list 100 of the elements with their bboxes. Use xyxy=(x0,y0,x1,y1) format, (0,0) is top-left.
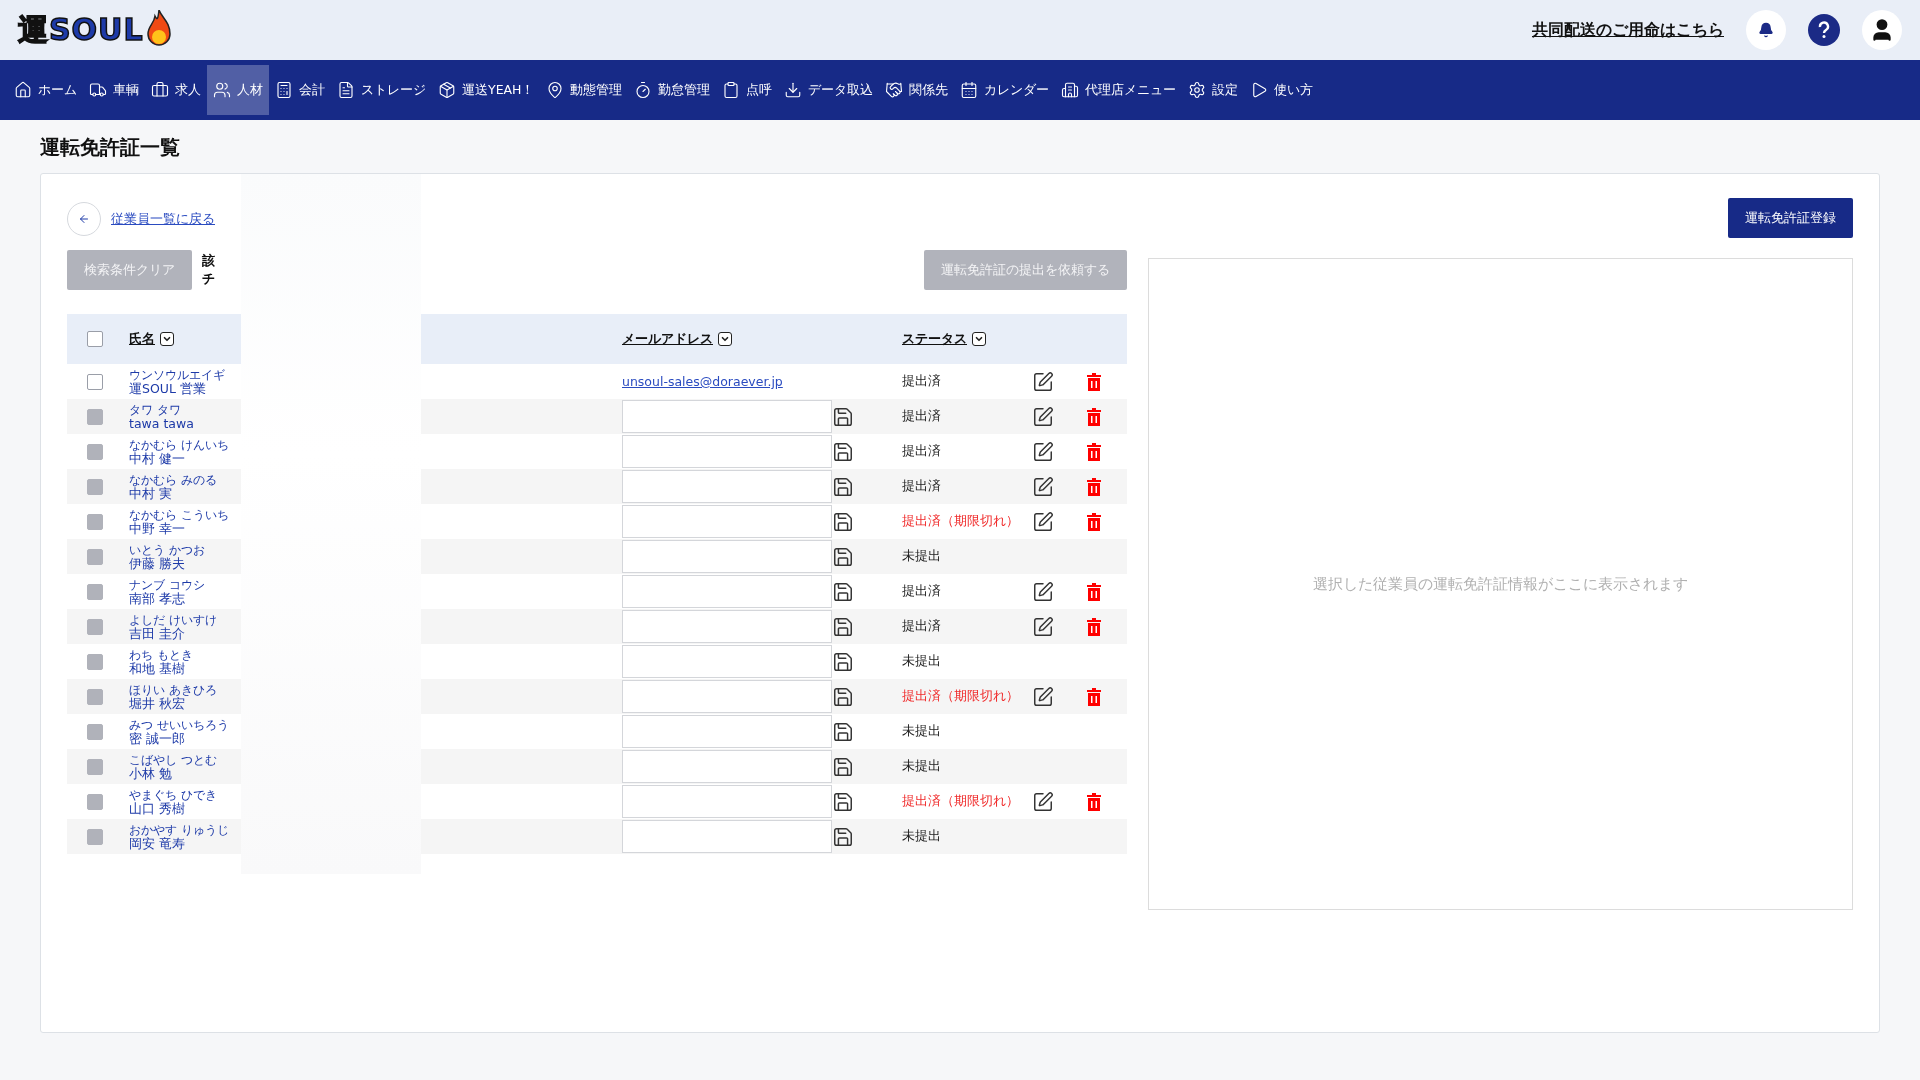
nav-tab[interactable]: 動態管理 xyxy=(540,65,629,115)
nav-tab[interactable]: 人材 xyxy=(207,65,269,115)
register-license-button[interactable]: 運転免許証登録 xyxy=(1728,198,1853,238)
trash-icon xyxy=(1087,582,1101,601)
caret-icon xyxy=(162,334,172,344)
pen-square-icon xyxy=(1032,790,1054,813)
status-text: 未提出 xyxy=(902,723,941,740)
name-kana: いとう かつお xyxy=(129,542,206,557)
save-icon xyxy=(832,650,854,673)
save-icon xyxy=(832,545,854,568)
status-text: 未提出 xyxy=(902,653,941,670)
count-text: 該 xyxy=(202,252,215,270)
save-icon xyxy=(832,510,854,533)
status-text: 提出済（期限切れ） xyxy=(902,793,1019,810)
timer-icon xyxy=(634,81,653,99)
pen-square-icon xyxy=(1032,685,1054,708)
column-header[interactable]: メールアドレス xyxy=(622,330,713,348)
name-kana: なかむら こういち xyxy=(129,507,230,522)
nav-tab[interactable]: 代理店メニュー xyxy=(1055,65,1183,115)
people-icon xyxy=(213,81,231,99)
delete-button[interactable] xyxy=(1087,372,1101,391)
save-icon xyxy=(832,825,854,848)
nav-tab[interactable]: 会計 xyxy=(269,65,331,115)
box-icon xyxy=(438,81,456,99)
trash-icon xyxy=(1087,407,1101,426)
status-text: 提出済 xyxy=(902,373,941,390)
status-text: 提出済 xyxy=(902,443,941,460)
shared-delivery-link[interactable]: 共同配送のご用命はこちら xyxy=(1532,19,1724,41)
select-all-checkbox[interactable] xyxy=(87,331,103,347)
nav-tab[interactable]: ストレージ xyxy=(331,65,432,115)
caret-icon xyxy=(720,334,730,344)
pen-square-icon xyxy=(1032,475,1054,498)
nav-tab[interactable]: 求人 xyxy=(145,65,207,115)
status-text: 提出済 xyxy=(902,583,941,600)
save-icon xyxy=(832,440,854,463)
status-text: 提出済 xyxy=(902,408,941,425)
save-icon xyxy=(832,615,854,638)
pen-square-icon xyxy=(1032,615,1054,638)
name-kana: ウンソウルエイギ xyxy=(129,367,226,382)
empty-message: 選択した従業員の運転免許証情報がここに表示されます xyxy=(1313,574,1688,594)
nav-tab[interactable]: 関係先 xyxy=(879,65,955,115)
column-header[interactable]: ステータス xyxy=(902,330,967,348)
employee-name[interactable]: 運SOUL 営業 xyxy=(129,381,622,396)
name-kana: みつ せいいちろう xyxy=(129,717,230,732)
name-kana: こばやし つとむ xyxy=(129,752,218,767)
trash-icon xyxy=(1087,687,1101,706)
nav-tab[interactable]: 使い方 xyxy=(1244,65,1320,115)
nav-tab[interactable]: カレンダー xyxy=(954,65,1056,115)
house-icon xyxy=(14,81,32,99)
caret-icon xyxy=(974,334,984,344)
nav-tab[interactable]: データ取込 xyxy=(778,65,880,115)
calendar-icon xyxy=(960,81,979,99)
nav-tab[interactable]: 点呼 xyxy=(716,65,779,115)
location-pin-icon xyxy=(546,81,565,99)
nav-tab[interactable]: 勤怠管理 xyxy=(628,65,717,115)
trash-icon xyxy=(1087,512,1101,531)
status-text: 提出済（期限切れ） xyxy=(902,513,1019,530)
bell-icon xyxy=(1758,22,1774,38)
play-icon xyxy=(1250,81,1269,99)
name-kana: やまぐち ひでき xyxy=(129,787,218,802)
help-button[interactable] xyxy=(1808,14,1840,46)
sort-dropdown-button[interactable] xyxy=(718,332,732,346)
status-text: 未提出 xyxy=(902,548,941,565)
sort-dropdown-button[interactable] xyxy=(972,332,986,346)
name-kana: よしだ けいすけ xyxy=(129,612,218,627)
name-kana: ほりい あきひろ xyxy=(129,682,218,697)
save-icon xyxy=(832,755,854,778)
save-icon xyxy=(832,580,854,603)
status-text: 提出済（期限切れ） xyxy=(902,688,1019,705)
status-text: 未提出 xyxy=(902,828,941,845)
truck-icon xyxy=(89,81,107,99)
status-text: 提出済 xyxy=(902,618,941,635)
sort-dropdown-button[interactable] xyxy=(160,332,174,346)
nav-tab[interactable]: ホーム xyxy=(8,65,83,115)
column-header[interactable]: 氏名 xyxy=(129,330,155,348)
settings-icon xyxy=(1188,81,1207,99)
logo[interactable]: 運SOUL xyxy=(18,9,172,51)
trash-icon xyxy=(1087,442,1101,461)
edit-button[interactable] xyxy=(1032,370,1054,393)
pen-square-icon xyxy=(1032,440,1054,463)
back-link[interactable]: 従業員一覧に戻る xyxy=(111,210,215,228)
email-link[interactable]: unsoul-sales@doraever.jp xyxy=(622,374,783,389)
arrow-left-icon xyxy=(78,213,90,225)
name-kana: ナンブ コウシ xyxy=(129,577,206,592)
briefcase-icon xyxy=(151,81,169,99)
name-kana: タワ タワ xyxy=(129,402,182,417)
row-checkbox[interactable] xyxy=(87,373,103,390)
count-text: チ xyxy=(202,270,215,288)
pen-square-icon xyxy=(1032,370,1054,393)
download-icon xyxy=(784,81,803,99)
name-kana: なかむら けんいち xyxy=(129,437,230,452)
back-button[interactable] xyxy=(67,202,101,236)
nav-tab[interactable]: 車輌 xyxy=(83,65,145,115)
nav-tab[interactable]: 運送YEAH！ xyxy=(432,65,541,115)
nav-tab[interactable]: 設定 xyxy=(1182,65,1245,115)
notification-button[interactable] xyxy=(1746,10,1786,50)
save-icon xyxy=(832,475,854,498)
user-avatar[interactable] xyxy=(1862,10,1902,50)
question-mark-icon xyxy=(1817,21,1831,39)
calculator-icon xyxy=(275,81,293,99)
